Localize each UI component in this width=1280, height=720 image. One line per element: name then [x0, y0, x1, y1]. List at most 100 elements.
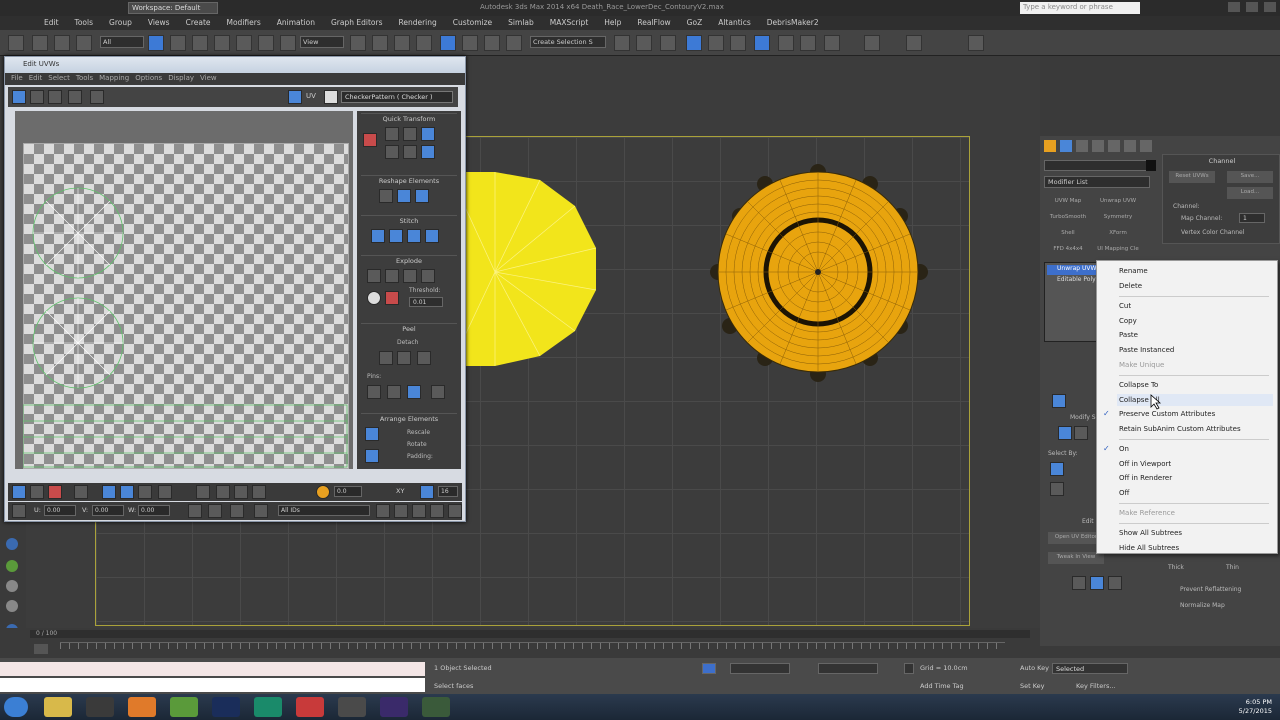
chrome-icon[interactable]	[170, 697, 198, 717]
uv-menu-item[interactable]: Edit	[29, 74, 43, 84]
material-editor-icon[interactable]	[754, 35, 770, 51]
snap-icon[interactable]	[416, 35, 432, 51]
map-channel-field[interactable]: 1	[1239, 213, 1265, 223]
peel-mode-icon[interactable]	[397, 351, 411, 365]
modifier-btn-ffd[interactable]: FFD 4x4x4	[1044, 244, 1092, 256]
align-v-icon[interactable]	[385, 145, 399, 159]
modifier-btn-xform[interactable]: XForm	[1094, 228, 1142, 240]
app-icon[interactable]	[422, 697, 450, 717]
edit-named-selection-icon[interactable]	[506, 35, 522, 51]
reset-peel-icon[interactable]	[417, 351, 431, 365]
uv-toggle-icon[interactable]	[288, 90, 302, 104]
paint-select-icon[interactable]	[216, 485, 230, 499]
planar-map-icon[interactable]	[1090, 576, 1104, 590]
shrink-selection-icon[interactable]	[120, 485, 134, 499]
menu-copy[interactable]: Copy	[1119, 317, 1137, 325]
modifier-btn-shell[interactable]: Shell	[1044, 228, 1092, 240]
curve-editor-icon[interactable]	[708, 35, 724, 51]
y-coord-field[interactable]	[818, 663, 878, 674]
shrink-icon[interactable]	[1074, 426, 1088, 440]
align-x-icon[interactable]	[1108, 576, 1122, 590]
align-h-icon[interactable]	[385, 127, 399, 141]
modifier-btn-turbosmooth[interactable]: TurboSmooth	[1044, 212, 1092, 224]
menu-item[interactable]: Edit	[36, 16, 67, 30]
select-pins-icon[interactable]	[431, 385, 445, 399]
thin-radio[interactable]: Thin	[1226, 564, 1239, 571]
menu-item[interactable]: Customize	[445, 16, 500, 30]
ring-icon[interactable]	[138, 485, 152, 499]
relax-icon[interactable]	[397, 189, 411, 203]
rotate-checkbox[interactable]: Rotate	[407, 441, 427, 448]
auto-pin-icon[interactable]	[407, 385, 421, 399]
scale-uv-icon[interactable]	[48, 90, 62, 104]
paint-shrink-icon[interactable]	[252, 485, 266, 499]
maxscript-listener-line[interactable]	[0, 662, 425, 676]
menu-preserve-custom-attributes[interactable]: Preserve Custom Attributes	[1119, 410, 1215, 418]
edge-mode-icon[interactable]	[30, 485, 44, 499]
zoom-region-icon[interactable]	[412, 504, 426, 518]
rotate-90-icon[interactable]	[421, 127, 435, 141]
align-icon[interactable]	[636, 35, 652, 51]
create-tab-icon[interactable]	[1044, 140, 1056, 152]
rollout-arrange[interactable]: Arrange Elements	[361, 413, 457, 423]
wrench-icon[interactable]	[1140, 140, 1152, 152]
prevent-reflattening-checkbox[interactable]: Prevent Reflattening	[1180, 586, 1241, 593]
zoom-icon[interactable]	[6, 538, 18, 550]
menu-item[interactable]: Views	[140, 16, 178, 30]
named-selection-dropdown[interactable]: Create Selection S	[530, 36, 606, 48]
orbit-icon[interactable]	[6, 560, 18, 572]
menu-item[interactable]: Rendering	[390, 16, 444, 30]
search-input[interactable]: Type a keyword or phrase	[1020, 2, 1140, 14]
object-color-swatch[interactable]	[1146, 160, 1156, 171]
show-map-icon[interactable]	[324, 90, 338, 104]
uv-menu-item[interactable]: Tools	[76, 74, 93, 84]
grow-icon[interactable]	[1058, 426, 1072, 440]
frame-counter[interactable]: 0 / 100	[30, 630, 1030, 638]
zbrush-icon[interactable]	[338, 697, 366, 717]
hierarchy-tab-icon[interactable]	[1076, 140, 1088, 152]
menu-paste[interactable]: Paste	[1119, 331, 1138, 339]
channel-title[interactable]: Channel	[1163, 157, 1280, 165]
pack-custom-icon[interactable]	[365, 449, 379, 463]
menu-item[interactable]: Tools	[67, 16, 101, 30]
mini-curve-editor-icon[interactable]	[34, 644, 48, 654]
vertex-color-radio[interactable]: Vertex Color Channel	[1181, 229, 1244, 236]
lock-icon[interactable]	[188, 504, 202, 518]
menu-off[interactable]: Off	[1119, 489, 1129, 497]
select-manipulate-icon[interactable]	[372, 35, 388, 51]
paint-grow-icon[interactable]	[234, 485, 248, 499]
zoom-selected-icon[interactable]	[448, 504, 462, 518]
flatten-polygon-icon[interactable]	[385, 269, 399, 283]
rollout-quick-transform[interactable]: Quick Transform	[361, 113, 457, 123]
flatten-smoothing-icon[interactable]	[403, 269, 417, 283]
x-coord-field[interactable]	[730, 663, 790, 674]
select-by-angle-icon[interactable]	[1050, 482, 1064, 496]
select-element-icon[interactable]	[74, 485, 88, 499]
menu-paste-instanced[interactable]: Paste Instanced	[1119, 346, 1174, 354]
window-crossing-icon[interactable]	[214, 35, 230, 51]
rotate-uv-icon[interactable]	[30, 90, 44, 104]
thick-radio[interactable]: Thick	[1168, 564, 1184, 571]
uv-menu-item[interactable]: Options	[135, 74, 162, 84]
render-icon[interactable]	[864, 35, 880, 51]
unlink-icon[interactable]	[54, 35, 70, 51]
menu-item[interactable]: Graph Editors	[323, 16, 391, 30]
motion-tab-icon[interactable]	[1092, 140, 1104, 152]
rescale-checkbox[interactable]: Rescale	[407, 429, 430, 436]
graphite-toggle-icon[interactable]	[686, 35, 702, 51]
loop-icon[interactable]	[158, 485, 172, 499]
modifier-btn-symmetry[interactable]: Symmetry	[1094, 212, 1142, 224]
soft-select-icon[interactable]	[316, 485, 330, 499]
absolute-offset-icon[interactable]	[12, 504, 26, 518]
menu-delete[interactable]: Delete	[1119, 282, 1142, 290]
rollout-stitch[interactable]: Stitch	[361, 215, 457, 225]
select-object-icon[interactable]	[148, 35, 164, 51]
schematic-view-icon[interactable]	[730, 35, 746, 51]
modifier-list-dropdown[interactable]: Modifier List	[1044, 176, 1150, 188]
pan-icon[interactable]	[6, 580, 18, 592]
move-icon[interactable]	[236, 35, 252, 51]
modifier-btn-ui-mapping[interactable]: UI Mapping Cle	[1094, 244, 1142, 256]
normalize-map-checkbox[interactable]: Normalize Map	[1180, 602, 1225, 609]
modify-tab-icon[interactable]	[1060, 140, 1072, 152]
modifier-btn-uvw-map[interactable]: UVW Map	[1044, 196, 1092, 208]
